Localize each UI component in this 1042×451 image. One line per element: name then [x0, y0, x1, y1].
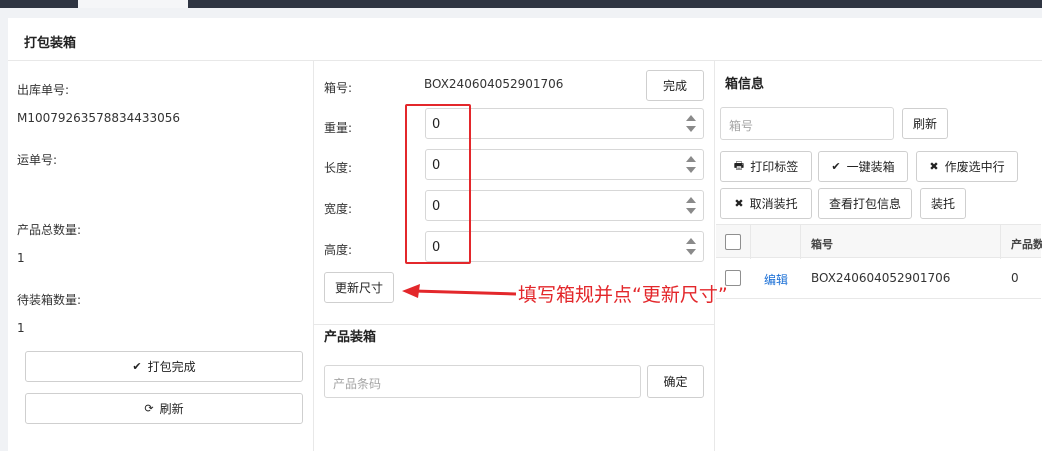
panel-header: 打包装箱	[8, 18, 1042, 61]
print-label-button[interactable]: 🖶 打印标签	[720, 151, 812, 182]
printer-icon: 🖶	[733, 159, 745, 172]
check-icon: ✔	[132, 360, 142, 373]
edit-link[interactable]: 编辑	[764, 271, 788, 288]
table-header: 箱号 产品数	[716, 224, 1042, 259]
weight-label: 重量:	[324, 121, 353, 135]
update-size-button[interactable]: 更新尺寸	[324, 272, 394, 303]
divider-middle	[314, 324, 714, 325]
row-box-no: BOX240604052901706	[811, 271, 951, 285]
annotation-arrow-icon	[402, 284, 517, 298]
box-no-search-input[interactable]: 箱号	[720, 107, 894, 140]
complete-button[interactable]: 完成	[646, 70, 704, 101]
total-qty-value: 1	[17, 251, 25, 265]
box-info-title: 箱信息	[725, 77, 765, 92]
pack-complete-label: 打包完成	[147, 360, 196, 374]
refresh-left-label: 刷新	[159, 402, 184, 416]
outbound-no-label: 出库单号:	[17, 83, 70, 97]
waybill-no-label: 运单号:	[17, 153, 58, 167]
height-label: 高度:	[324, 243, 353, 257]
cancel-pallet-text: 取消装托	[749, 197, 798, 211]
divider-left	[313, 61, 314, 451]
check-icon: ✔	[831, 160, 841, 173]
width-spinner[interactable]	[686, 196, 696, 216]
column-divider	[750, 225, 751, 259]
divider-right	[714, 61, 715, 451]
page-title: 打包装箱	[24, 36, 77, 51]
close-icon: ✖	[734, 197, 744, 210]
weight-spinner[interactable]	[686, 114, 696, 134]
box-no-search-placeholder: 箱号	[729, 119, 754, 133]
pending-qty-value: 1	[17, 321, 25, 335]
outbound-no-value: M100792635788344330​56	[17, 111, 181, 125]
spin-up-icon[interactable]	[686, 238, 696, 244]
length-spinner[interactable]	[686, 155, 696, 175]
close-icon: ✖	[929, 160, 939, 173]
spin-down-icon[interactable]	[686, 126, 696, 132]
header-box-no: 箱号	[811, 238, 833, 251]
void-selected-button[interactable]: ✖ 作废选中行	[916, 151, 1018, 182]
refresh-left-button[interactable]: ⟳ 刷新	[25, 393, 303, 424]
length-label: 长度:	[324, 161, 353, 175]
barcode-placeholder: 产品条码	[333, 377, 382, 391]
annotation-text: 填写箱规并点“更新尺寸”	[518, 284, 728, 306]
top-tab-bar	[0, 0, 1042, 8]
spin-up-icon[interactable]	[686, 197, 696, 203]
refresh-icon: ⟳	[144, 402, 154, 415]
highlight-box	[405, 104, 471, 264]
spin-up-icon[interactable]	[686, 156, 696, 162]
palletize-button[interactable]: 装托	[920, 188, 966, 219]
width-label: 宽度:	[324, 202, 353, 216]
one-click-pack-text: 一键装箱	[846, 160, 895, 174]
active-tab[interactable]	[78, 0, 188, 8]
row-checkbox[interactable]	[725, 270, 741, 286]
one-click-pack-button[interactable]: ✔ 一键装箱	[818, 151, 908, 182]
barcode-input[interactable]: 产品条码	[324, 365, 641, 398]
void-selected-text: 作废选中行	[944, 160, 1005, 174]
spin-down-icon[interactable]	[686, 208, 696, 214]
cancel-pallet-button[interactable]: ✖ 取消装托	[720, 188, 812, 219]
select-all-checkbox[interactable]	[725, 234, 741, 250]
product-packing-title: 产品装箱	[324, 330, 377, 345]
print-label-text: 打印标签	[750, 160, 799, 174]
pack-complete-button[interactable]: ✔ 打包完成	[25, 351, 303, 382]
box-no-label: 箱号:	[324, 81, 353, 95]
box-no-value: BOX240604052901706	[424, 77, 564, 91]
spin-down-icon[interactable]	[686, 249, 696, 255]
refresh-box-button[interactable]: 刷新	[902, 108, 948, 139]
table-row[interactable]: 编辑 BOX240604052901706 0	[716, 258, 1041, 299]
total-qty-label: 产品总数量:	[17, 223, 82, 237]
spin-up-icon[interactable]	[686, 115, 696, 121]
view-pack-info-button[interactable]: 查看打包信息	[818, 188, 912, 219]
height-spinner[interactable]	[686, 237, 696, 257]
spin-down-icon[interactable]	[686, 167, 696, 173]
header-product-qty: 产品数	[1011, 238, 1042, 251]
pending-qty-label: 待装箱数量:	[17, 293, 82, 307]
column-divider	[800, 225, 801, 259]
confirm-button[interactable]: 确定	[647, 365, 704, 398]
column-divider	[1000, 225, 1001, 259]
row-qty: 0	[1011, 271, 1019, 285]
box-table: 箱号 产品数 编辑 BOX240604052901706 0	[716, 224, 1042, 300]
